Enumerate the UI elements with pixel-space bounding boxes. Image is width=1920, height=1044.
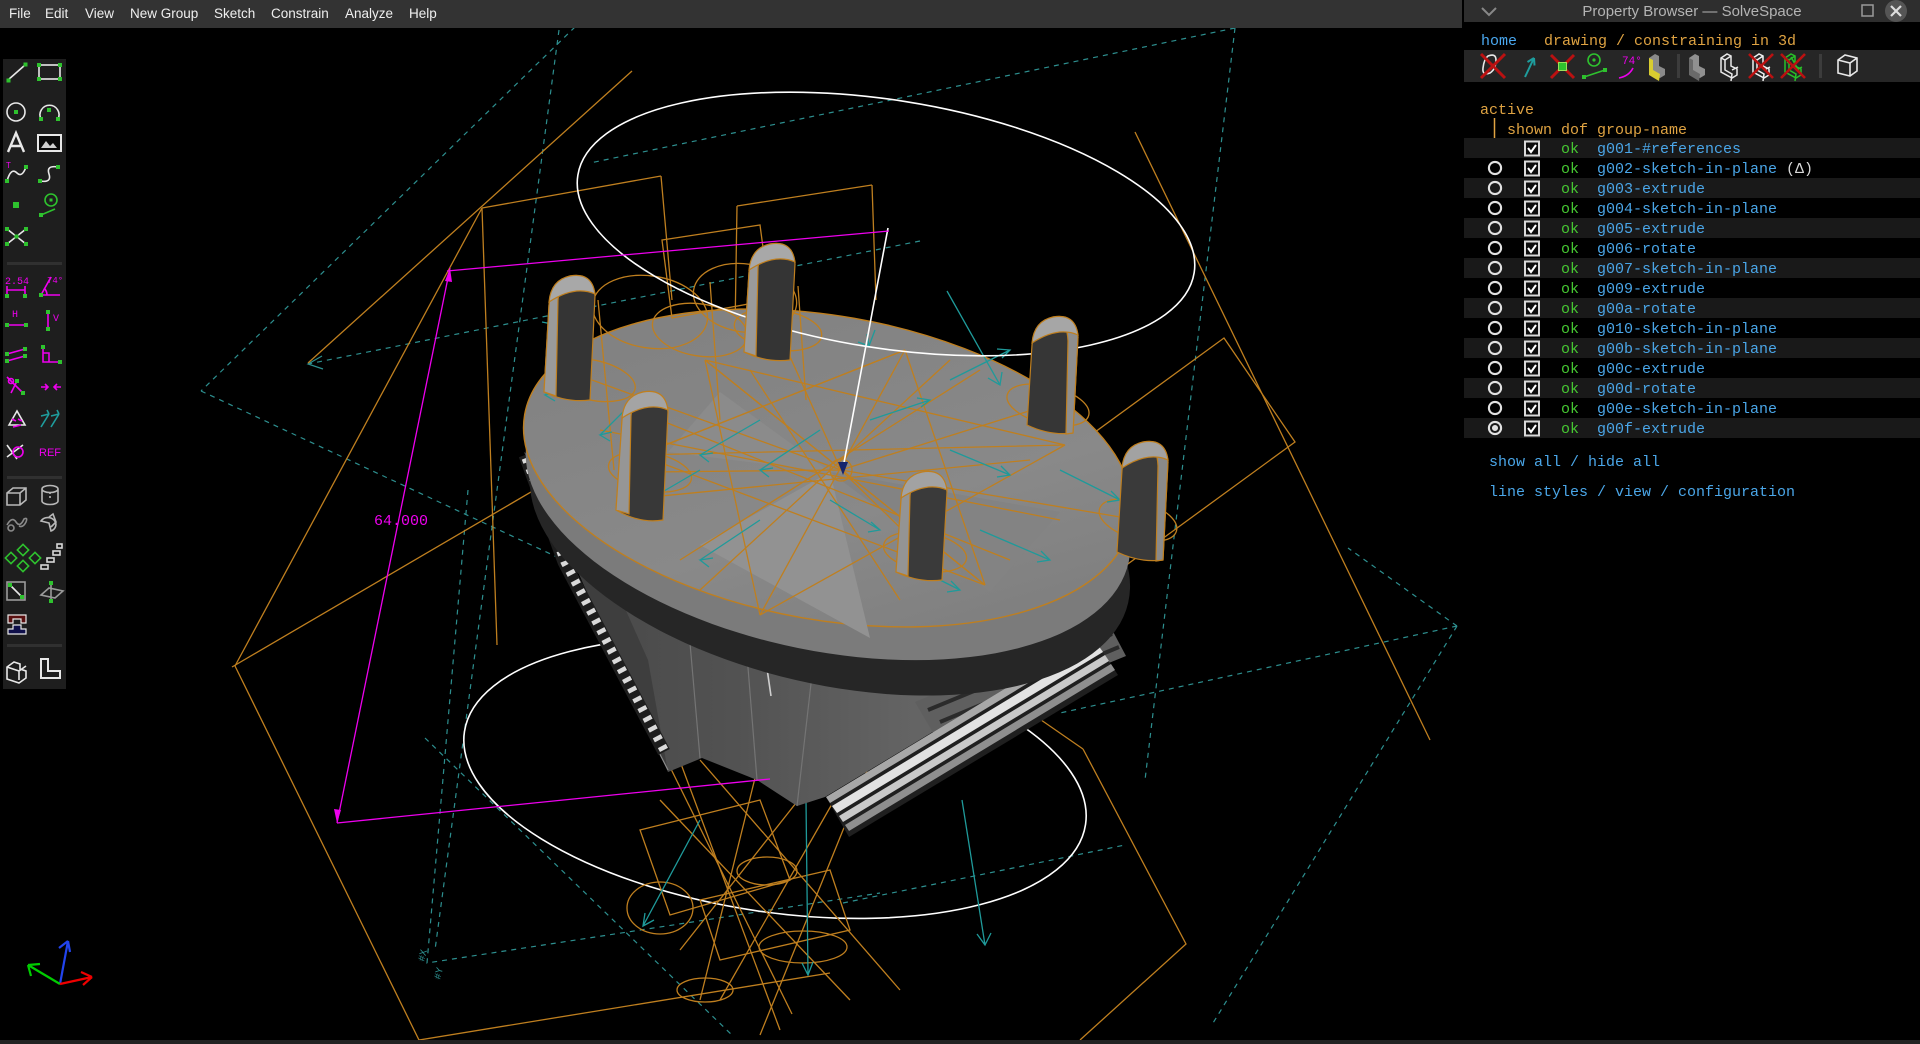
- svg-text:ok: ok: [1561, 161, 1579, 178]
- svg-text:g009-extrude: g009-extrude: [1597, 281, 1705, 298]
- svg-text:ok: ok: [1561, 201, 1579, 218]
- svg-text:g006-rotate: g006-rotate: [1597, 241, 1696, 258]
- svg-text:ok: ok: [1561, 141, 1579, 158]
- svg-text:g003-extrude: g003-extrude: [1597, 181, 1705, 198]
- svg-text:g001-#references: g001-#references: [1597, 141, 1741, 158]
- svg-text:T: T: [6, 161, 11, 170]
- svg-text:ok: ok: [1561, 401, 1579, 418]
- svg-text:g00e-sketch-in-plane: g00e-sketch-in-plane: [1597, 401, 1777, 418]
- svg-text:ok: ok: [1561, 341, 1579, 358]
- svg-text:shown dof group-name: shown dof group-name: [1507, 122, 1687, 139]
- svg-text:drawing / constraining in 3d: drawing / constraining in 3d: [1544, 33, 1796, 50]
- svg-text:g00c-extrude: g00c-extrude: [1597, 361, 1705, 378]
- svg-text:home: home: [1481, 33, 1517, 50]
- svg-text:REF: REF: [39, 447, 61, 459]
- svg-text:ok: ok: [1561, 421, 1579, 438]
- svg-text:ok: ok: [1561, 321, 1579, 338]
- svg-text:g00b-sketch-in-plane: g00b-sketch-in-plane: [1597, 341, 1777, 358]
- svg-text:g002-sketch-in-plane (Δ): g002-sketch-in-plane (Δ): [1597, 161, 1813, 178]
- svg-text:ok: ok: [1561, 281, 1579, 298]
- svg-text:ok: ok: [1561, 181, 1579, 198]
- svg-text:ok: ok: [1561, 241, 1579, 258]
- svg-text:g005-extrude: g005-extrude: [1597, 221, 1705, 238]
- svg-text:ok: ok: [1561, 221, 1579, 238]
- svg-text:g00a-rotate: g00a-rotate: [1597, 301, 1696, 318]
- svg-text:line styles / view / configura: line styles / view / configuration: [1489, 484, 1795, 501]
- svg-text:g00f-extrude: g00f-extrude: [1597, 421, 1705, 438]
- svg-text:V: V: [53, 314, 59, 325]
- svg-text:ok: ok: [1561, 301, 1579, 318]
- svg-text:g010-sketch-in-plane: g010-sketch-in-plane: [1597, 321, 1777, 338]
- svg-text:g00d-rotate: g00d-rotate: [1597, 381, 1696, 398]
- svg-text:H: H: [12, 310, 18, 321]
- svg-text:ok: ok: [1561, 261, 1579, 278]
- svg-text:g007-sketch-in-plane: g007-sketch-in-plane: [1597, 261, 1777, 278]
- svg-text:g004-sketch-in-plane: g004-sketch-in-plane: [1597, 201, 1777, 218]
- svg-text:active: active: [1480, 102, 1534, 119]
- svg-text:ok: ok: [1561, 361, 1579, 378]
- svg-text:ok: ok: [1561, 381, 1579, 398]
- svg-text:64.000: 64.000: [374, 513, 428, 530]
- svg-text:show all / hide all: show all / hide all: [1489, 454, 1660, 471]
